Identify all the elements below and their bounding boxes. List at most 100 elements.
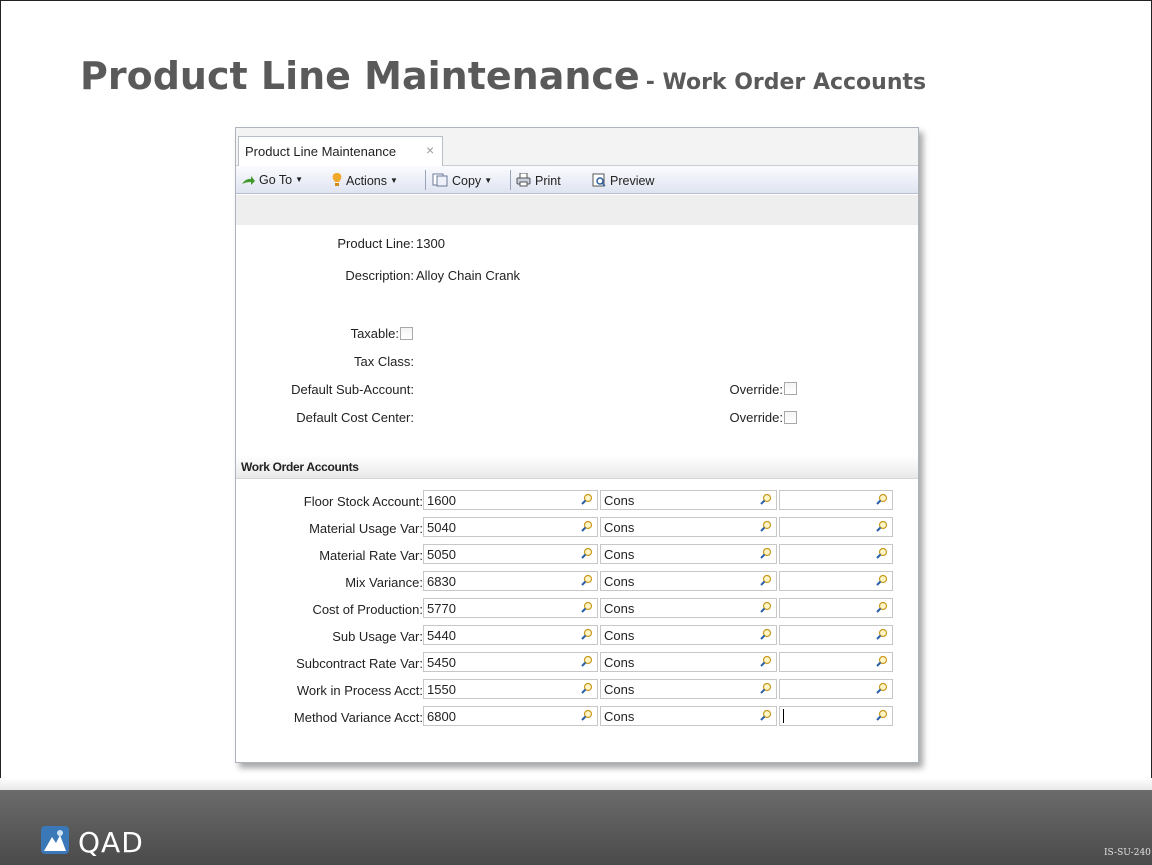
account-field[interactable]: 6830 <box>423 571 598 591</box>
copy-label: Copy <box>452 174 482 188</box>
sub-account-field[interactable]: Cons <box>600 598 777 618</box>
sub-account-value: Cons <box>604 601 635 616</box>
sub-account-field[interactable]: Cons <box>600 490 777 510</box>
taxable-label: Taxable: <box>350 326 399 341</box>
lookup-magnifier-icon[interactable] <box>876 628 888 643</box>
chevron-down-icon: ▼ <box>295 175 304 184</box>
copy-button[interactable]: Copy ▼ <box>432 173 492 190</box>
lookup-magnifier-icon[interactable] <box>876 520 888 535</box>
print-icon <box>516 172 531 190</box>
taxable-checkbox[interactable] <box>400 327 413 340</box>
footer-bar <box>0 790 1152 865</box>
lookup-magnifier-icon[interactable] <box>760 547 772 562</box>
account-row-label: Subcontract Rate Var: <box>296 656 423 671</box>
sub-account-field[interactable]: Cons <box>600 517 777 537</box>
default-cost-center-label: Default Cost Center: <box>296 410 414 425</box>
lookup-magnifier-icon[interactable] <box>760 682 772 697</box>
lookup-magnifier-icon[interactable] <box>581 601 593 616</box>
cost-center-field[interactable] <box>779 625 893 645</box>
account-field[interactable]: 5050 <box>423 544 598 564</box>
toolbar: Go To ▼ Actions ▼ Copy ▼ Print Preview <box>236 166 918 194</box>
lookup-magnifier-icon[interactable] <box>876 682 888 697</box>
account-row-label: Mix Variance: <box>345 575 423 590</box>
account-row-label: Material Usage Var: <box>309 521 423 536</box>
lookup-magnifier-icon[interactable] <box>760 628 772 643</box>
sub-account-value: Cons <box>604 520 635 535</box>
lookup-magnifier-icon[interactable] <box>581 493 593 508</box>
sub-account-value: Cons <box>604 628 635 643</box>
sub-account-field[interactable]: Cons <box>600 571 777 591</box>
close-tab-icon[interactable]: × <box>426 142 434 158</box>
sub-account-field[interactable]: Cons <box>600 544 777 564</box>
sub-account-value: Cons <box>604 709 635 724</box>
account-field[interactable]: 1600 <box>423 490 598 510</box>
lookup-magnifier-icon[interactable] <box>581 682 593 697</box>
tab-product-line-maintenance[interactable]: Product Line Maintenance × <box>238 136 443 166</box>
sub-account-field[interactable]: Cons <box>600 652 777 672</box>
lookup-magnifier-icon[interactable] <box>760 655 772 670</box>
account-field[interactable]: 1550 <box>423 679 598 699</box>
default-sub-account-label: Default Sub-Account: <box>291 382 414 397</box>
slide-title-main: Product Line Maintenance <box>80 54 640 98</box>
account-field[interactable]: 5040 <box>423 517 598 537</box>
sub-account-field[interactable]: Cons <box>600 625 777 645</box>
lookup-magnifier-icon[interactable] <box>876 493 888 508</box>
account-field[interactable]: 5770 <box>423 598 598 618</box>
lookup-magnifier-icon[interactable] <box>760 709 772 724</box>
product-line-window: Product Line Maintenance × Go To ▼ Action… <box>235 127 919 763</box>
lookup-magnifier-icon[interactable] <box>581 655 593 670</box>
override-cost-center-label: Override: <box>729 410 783 425</box>
account-value: 1550 <box>427 682 456 697</box>
actions-button[interactable]: Actions ▼ <box>332 173 398 190</box>
cost-center-field[interactable] <box>779 490 893 510</box>
lookup-magnifier-icon[interactable] <box>876 547 888 562</box>
cost-center-field[interactable] <box>779 571 893 591</box>
lookup-magnifier-icon[interactable] <box>581 709 593 724</box>
lookup-magnifier-icon[interactable] <box>581 520 593 535</box>
account-field[interactable]: 6800 <box>423 706 598 726</box>
actions-label: Actions <box>346 174 387 188</box>
account-row-label: Cost of Production: <box>312 602 423 617</box>
lookup-magnifier-icon[interactable] <box>581 628 593 643</box>
cost-center-field[interactable] <box>779 652 893 672</box>
sub-account-value: Cons <box>604 574 635 589</box>
account-field[interactable]: 5440 <box>423 625 598 645</box>
actions-bulb-icon <box>332 173 342 190</box>
preview-button[interactable]: Preview <box>592 173 654 190</box>
account-value: 5050 <box>427 547 456 562</box>
lookup-magnifier-icon[interactable] <box>876 655 888 670</box>
goto-label: Go To <box>259 173 293 187</box>
sub-account-field[interactable]: Cons <box>600 706 777 726</box>
form-header-bar <box>236 195 918 225</box>
lookup-magnifier-icon[interactable] <box>581 574 593 589</box>
account-value: 5770 <box>427 601 456 616</box>
logo-text: QAD <box>78 825 144 859</box>
lookup-magnifier-icon[interactable] <box>876 574 888 589</box>
lookup-magnifier-icon[interactable] <box>876 709 888 724</box>
product-line-label: Product Line: <box>337 236 414 251</box>
cost-center-field[interactable] <box>779 679 893 699</box>
account-field[interactable]: 5450 <box>423 652 598 672</box>
qad-logo-icon <box>40 825 70 859</box>
cost-center-field[interactable] <box>779 544 893 564</box>
account-value: 5040 <box>427 520 456 535</box>
lookup-magnifier-icon[interactable] <box>760 574 772 589</box>
lookup-magnifier-icon[interactable] <box>581 547 593 562</box>
override-sub-account-checkbox[interactable] <box>784 382 797 395</box>
chevron-down-icon: ▼ <box>484 176 493 185</box>
lookup-magnifier-icon[interactable] <box>876 601 888 616</box>
work-order-accounts-header: Work Order Accounts <box>236 455 918 479</box>
lookup-magnifier-icon[interactable] <box>760 493 772 508</box>
cost-center-field[interactable] <box>779 706 893 726</box>
goto-button[interactable]: Go To ▼ <box>241 173 303 189</box>
lookup-magnifier-icon[interactable] <box>760 520 772 535</box>
override-cost-center-checkbox[interactable] <box>784 411 797 424</box>
cost-center-field[interactable] <box>779 598 893 618</box>
lookup-magnifier-icon[interactable] <box>760 601 772 616</box>
cost-center-field[interactable] <box>779 517 893 537</box>
qad-logo: QAD <box>40 825 144 859</box>
copy-icon <box>432 173 448 190</box>
sub-account-field[interactable]: Cons <box>600 679 777 699</box>
print-button[interactable]: Print <box>516 172 561 190</box>
slide-title: Product Line Maintenance - Work Order Acc… <box>80 54 926 98</box>
